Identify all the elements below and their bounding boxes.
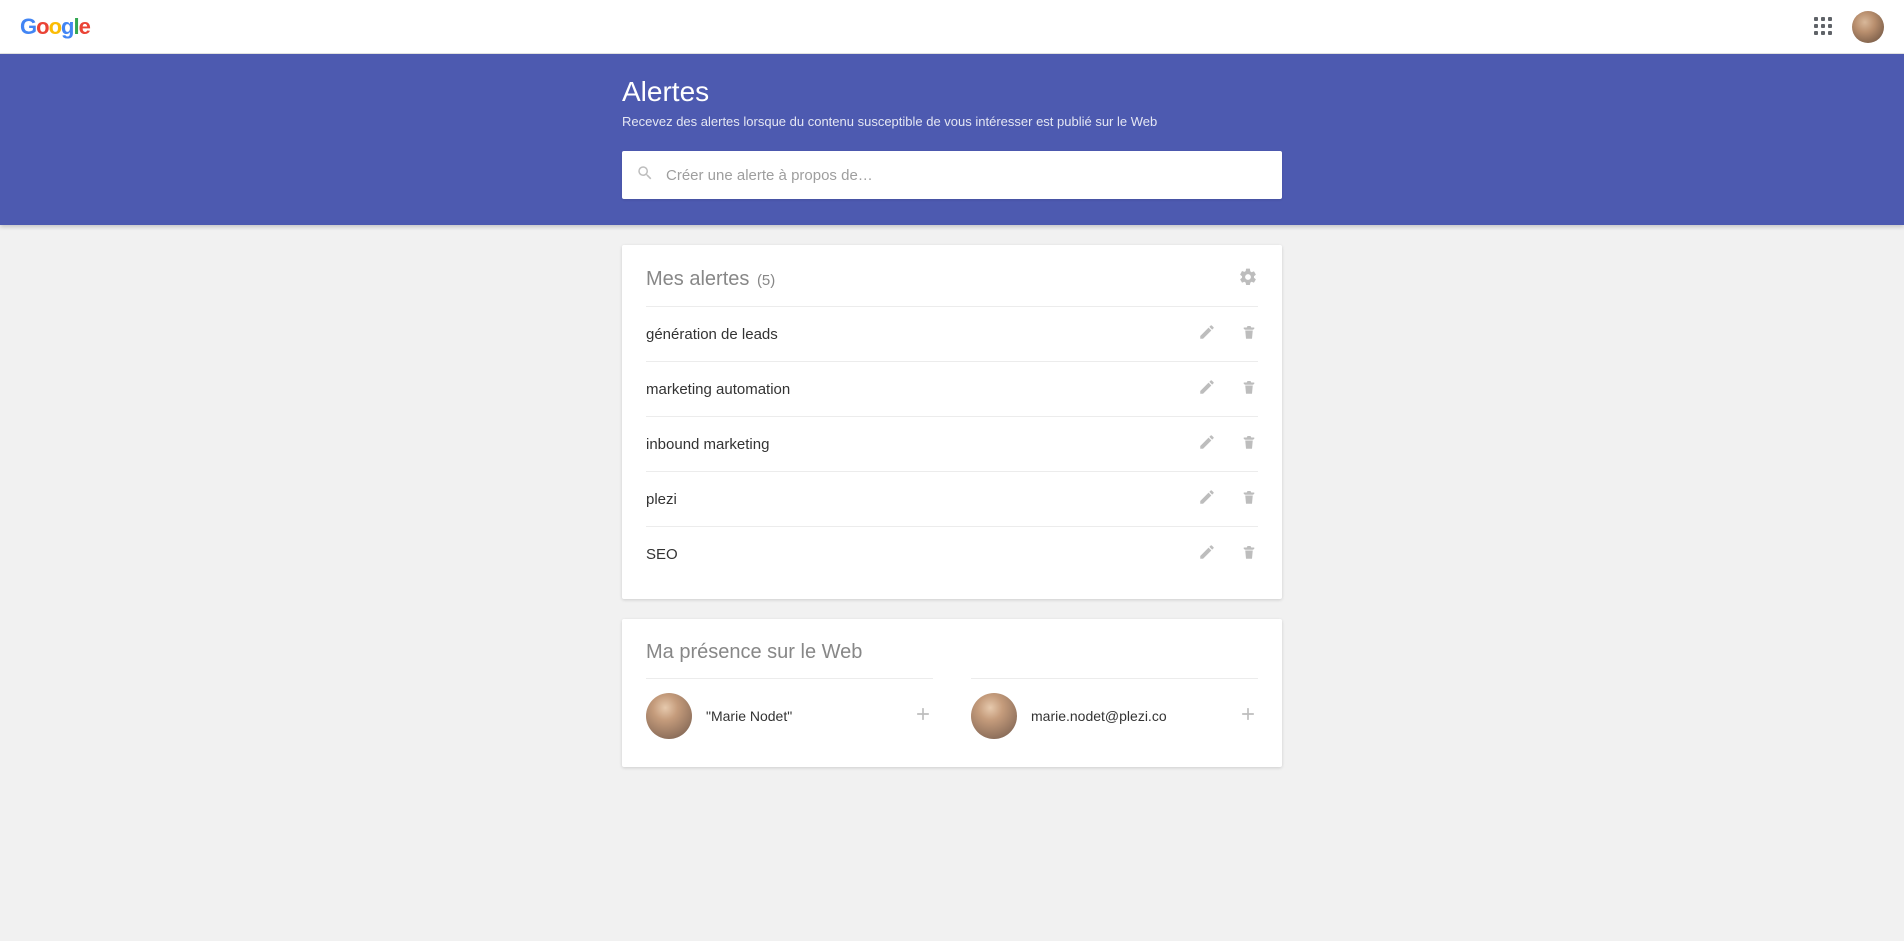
alert-label: SEO	[646, 546, 678, 563]
edit-alert-button[interactable]	[1198, 433, 1216, 456]
trash-icon	[1240, 488, 1258, 511]
gear-icon	[1238, 274, 1258, 291]
presence-item: marie.nodet@plezi.co	[971, 678, 1258, 749]
trash-icon	[1240, 543, 1258, 566]
pencil-icon	[1198, 488, 1216, 511]
delete-alert-button[interactable]	[1240, 433, 1258, 456]
google-logo-letter: o	[49, 14, 61, 40]
plus-icon	[1238, 711, 1258, 728]
presence-label: marie.nodet@plezi.co	[1031, 708, 1224, 724]
delete-alert-button[interactable]	[1240, 323, 1258, 346]
add-presence-alert-button[interactable]	[1238, 704, 1258, 729]
edit-alert-button[interactable]	[1198, 543, 1216, 566]
create-alert-searchbox[interactable]	[622, 151, 1282, 199]
create-alert-input[interactable]	[666, 167, 1268, 184]
page-subtitle: Recevez des alertes lorsque du contenu s…	[622, 114, 1282, 129]
google-logo-letter: o	[36, 14, 48, 40]
pencil-icon	[1198, 433, 1216, 456]
web-presence-title: Ma présence sur le Web	[646, 641, 862, 664]
my-alerts-count: (5)	[757, 272, 775, 289]
alert-label: marketing automation	[646, 381, 790, 398]
edit-alert-button[interactable]	[1198, 323, 1216, 346]
content-area: Mes alertes (5) génération de leads marke…	[622, 245, 1282, 767]
my-alerts-title: Mes alertes (5)	[646, 268, 775, 291]
account-avatar[interactable]	[1852, 11, 1884, 43]
alert-row[interactable]: SEO	[646, 526, 1258, 581]
apps-grid-icon[interactable]	[1814, 17, 1834, 37]
google-logo-letter: G	[20, 14, 36, 40]
delete-alert-button[interactable]	[1240, 488, 1258, 511]
delete-alert-button[interactable]	[1240, 378, 1258, 401]
topbar-right	[1814, 11, 1884, 43]
trash-icon	[1240, 378, 1258, 401]
plus-icon	[913, 711, 933, 728]
edit-alert-button[interactable]	[1198, 378, 1216, 401]
alerts-list: génération de leads marketing automation i…	[646, 306, 1258, 581]
alert-row[interactable]: inbound marketing	[646, 416, 1258, 471]
pencil-icon	[1198, 323, 1216, 346]
google-logo[interactable]: Google	[20, 14, 90, 40]
alert-row[interactable]: marketing automation	[646, 361, 1258, 416]
pencil-icon	[1198, 543, 1216, 566]
top-bar: Google	[0, 0, 1904, 54]
alert-label: plezi	[646, 491, 677, 508]
alert-row[interactable]: génération de leads	[646, 306, 1258, 361]
presence-label: "Marie Nodet"	[706, 708, 899, 724]
trash-icon	[1240, 433, 1258, 456]
web-presence-card: Ma présence sur le Web "Marie Nodet" mari…	[622, 619, 1282, 767]
page-title: Alertes	[622, 76, 1282, 108]
delete-alert-button[interactable]	[1240, 543, 1258, 566]
my-alerts-title-text: Mes alertes	[646, 268, 749, 290]
add-presence-alert-button[interactable]	[913, 704, 933, 729]
alert-label: inbound marketing	[646, 436, 769, 453]
hero-banner: Alertes Recevez des alertes lorsque du c…	[0, 54, 1904, 225]
settings-button[interactable]	[1238, 267, 1258, 292]
presence-list: "Marie Nodet" marie.nodet@plezi.co	[646, 678, 1258, 749]
presence-avatar	[971, 693, 1017, 739]
my-alerts-card: Mes alertes (5) génération de leads marke…	[622, 245, 1282, 599]
google-logo-letter: g	[61, 14, 73, 40]
trash-icon	[1240, 323, 1258, 346]
alert-label: génération de leads	[646, 326, 778, 343]
alert-row[interactable]: plezi	[646, 471, 1258, 526]
search-icon	[636, 164, 654, 187]
pencil-icon	[1198, 378, 1216, 401]
google-logo-letter: e	[79, 14, 90, 40]
presence-item: "Marie Nodet"	[646, 678, 933, 749]
presence-avatar	[646, 693, 692, 739]
edit-alert-button[interactable]	[1198, 488, 1216, 511]
